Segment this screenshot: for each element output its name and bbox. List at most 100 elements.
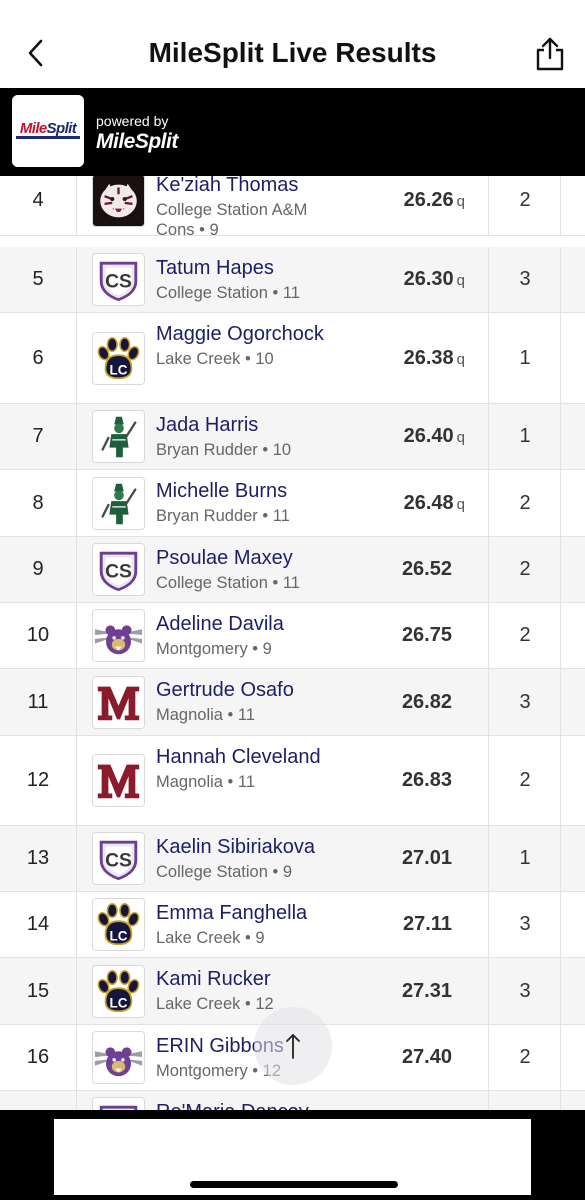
column-divider xyxy=(488,470,489,536)
heat-cell: 2 xyxy=(519,769,531,791)
team-logo-icon: CS xyxy=(92,832,145,885)
milesplit-logo-graphic: MileSplit xyxy=(12,95,84,167)
table-row[interactable]: 13 CS Kaelin Sibiriakova College Station •… xyxy=(0,826,585,892)
heat-cell: 2 xyxy=(519,624,531,646)
column-divider xyxy=(76,176,77,235)
column-divider xyxy=(488,826,489,891)
mark-cell: 27.11 xyxy=(403,913,465,936)
column-divider xyxy=(560,537,561,602)
athlete-name-link[interactable]: Kami Rucker xyxy=(156,966,356,993)
column-divider xyxy=(560,1091,561,1110)
scroll-to-top-button[interactable] xyxy=(254,1007,332,1085)
table-row[interactable]: 10 Adeline Davila Montgomery • 9 26.75 2 xyxy=(0,603,585,669)
mark-cell: 26.26 q xyxy=(404,189,465,212)
mark-cell: 26.82 xyxy=(402,691,465,714)
column-divider xyxy=(76,892,77,957)
mark-cell: 26.75 xyxy=(402,624,465,647)
qualifier-label: q xyxy=(456,350,465,368)
milesplit-logo[interactable]: MileSplit xyxy=(12,95,84,167)
team-logo-icon xyxy=(92,476,145,530)
svg-text:LC: LC xyxy=(110,995,128,1010)
table-row[interactable]: 4 Ke'ziah Thomas College Station A&M Cons… xyxy=(0,176,585,239)
svg-text:LC: LC xyxy=(110,928,128,943)
mark-value: 27.31 xyxy=(401,979,452,1002)
athlete-name-link[interactable]: Tatum Hapes xyxy=(156,255,356,282)
column-divider xyxy=(76,603,77,668)
column-divider xyxy=(560,958,561,1024)
table-row[interactable]: 6 LC Maggie Ogorchock Lake Creek • 10 26.38… xyxy=(0,313,585,404)
school-grade-label: Magnolia • 11 xyxy=(156,773,256,791)
mark-value: 26.40 xyxy=(403,425,454,447)
athlete-name-link[interactable]: Ke'ziah Thomas xyxy=(156,176,356,199)
column-divider xyxy=(76,669,77,735)
column-divider xyxy=(76,958,77,1024)
svg-text:LC: LC xyxy=(110,362,128,377)
place-cell: 13 xyxy=(26,847,50,869)
column-divider xyxy=(488,176,489,235)
athlete-name-link[interactable]: Jada Harris xyxy=(156,412,356,439)
column-divider xyxy=(560,176,561,235)
place-cell: 15 xyxy=(26,979,50,1002)
column-divider xyxy=(76,1091,77,1110)
team-logo-icon xyxy=(92,1031,145,1084)
column-divider xyxy=(560,470,561,536)
share-button[interactable] xyxy=(529,34,571,74)
place-cell: 4 xyxy=(32,189,44,211)
table-row[interactable]: 14 LC Emma Fanghella Lake Creek • 9 27.11 3 xyxy=(0,892,585,958)
place-cell: 16 xyxy=(26,1046,50,1068)
svg-text:CS: CS xyxy=(105,272,132,293)
mark-cell: 27.01 xyxy=(402,847,465,870)
column-divider xyxy=(76,537,77,602)
mark-cell: 26.40 q xyxy=(404,425,465,448)
column-divider xyxy=(560,247,561,312)
athlete-name-link[interactable]: Maggie Ogorchock xyxy=(156,321,356,348)
place-cell: 5 xyxy=(32,268,44,290)
team-logo-icon: LC xyxy=(92,964,145,1018)
column-divider xyxy=(560,669,561,735)
heat-cell: 2 xyxy=(519,1046,531,1068)
qualifier-label: q xyxy=(456,495,465,513)
athlete-name-link[interactable]: Re'Maria Dancey xyxy=(156,1099,356,1110)
team-logo-icon: LC xyxy=(92,898,145,951)
school-grade-label: Bryan Rudder • 10 xyxy=(156,441,292,459)
column-divider xyxy=(560,1025,561,1090)
team-logo-icon: LC xyxy=(92,331,145,385)
table-row[interactable]: 9 CS Psoulae Maxey College Station • 11 26.… xyxy=(0,537,585,603)
home-indicator xyxy=(190,1181,398,1188)
athlete-name-link[interactable]: Adeline Davila xyxy=(156,611,356,638)
qualifier-label: q xyxy=(456,272,465,289)
table-row[interactable]: 7 Jada Harris Bryan Rudder • 10 26.40 q 1 xyxy=(0,404,585,470)
column-divider xyxy=(560,603,561,668)
column-divider xyxy=(488,537,489,602)
place-cell: 8 xyxy=(32,491,44,514)
team-logo-icon: CS xyxy=(92,543,145,596)
team-logo-icon xyxy=(92,754,145,807)
athlete-name-link[interactable]: Hannah Cleveland xyxy=(156,744,356,771)
athlete-name-link[interactable]: Gertrude Osafo xyxy=(156,677,356,704)
table-row[interactable]: 11 Gertrude Osafo Magnolia • 11 26.82 3 xyxy=(0,669,585,736)
school-grade-label: Lake Creek • 9 xyxy=(156,929,265,947)
mark-value: 26.30 xyxy=(403,268,454,290)
mark-value: 27.11 xyxy=(403,913,452,935)
results-table[interactable]: 4 Ke'ziah Thomas College Station A&M Cons… xyxy=(0,176,585,1110)
heat-cell: 3 xyxy=(519,913,531,935)
column-divider xyxy=(488,736,489,825)
athlete-name-link[interactable]: Michelle Burns xyxy=(156,478,356,505)
school-grade-label: Montgomery • 9 xyxy=(156,640,272,658)
heat-cell: 1 xyxy=(519,425,531,447)
qualifier-label: q xyxy=(456,429,465,446)
table-row[interactable]: CS Re'Maria Dancey xyxy=(0,1091,585,1110)
athlete-name-link[interactable]: Psoulae Maxey xyxy=(156,545,356,572)
table-row[interactable]: 12 Hannah Cleveland Magnolia • 11 26.83 2 xyxy=(0,736,585,826)
table-row[interactable]: 8 Michelle Burns Bryan Rudder • 11 26.48 q 2 xyxy=(0,470,585,537)
column-divider xyxy=(76,1025,77,1090)
team-logo-icon: CS xyxy=(92,1097,145,1110)
heat-cell: 2 xyxy=(519,558,531,580)
table-row[interactable]: 5 CS Tatum Hapes College Station • 11 26.30… xyxy=(0,247,585,313)
athlete-name-link[interactable]: Emma Fanghella xyxy=(156,900,356,927)
place-cell: 12 xyxy=(26,769,50,791)
page-title: MileSplit Live Results xyxy=(148,37,437,68)
athlete-name-link[interactable]: Kaelin Sibiriakova xyxy=(156,834,356,861)
svg-text:CS: CS xyxy=(105,562,132,583)
brand-bar: MileSplit xyxy=(0,88,585,176)
